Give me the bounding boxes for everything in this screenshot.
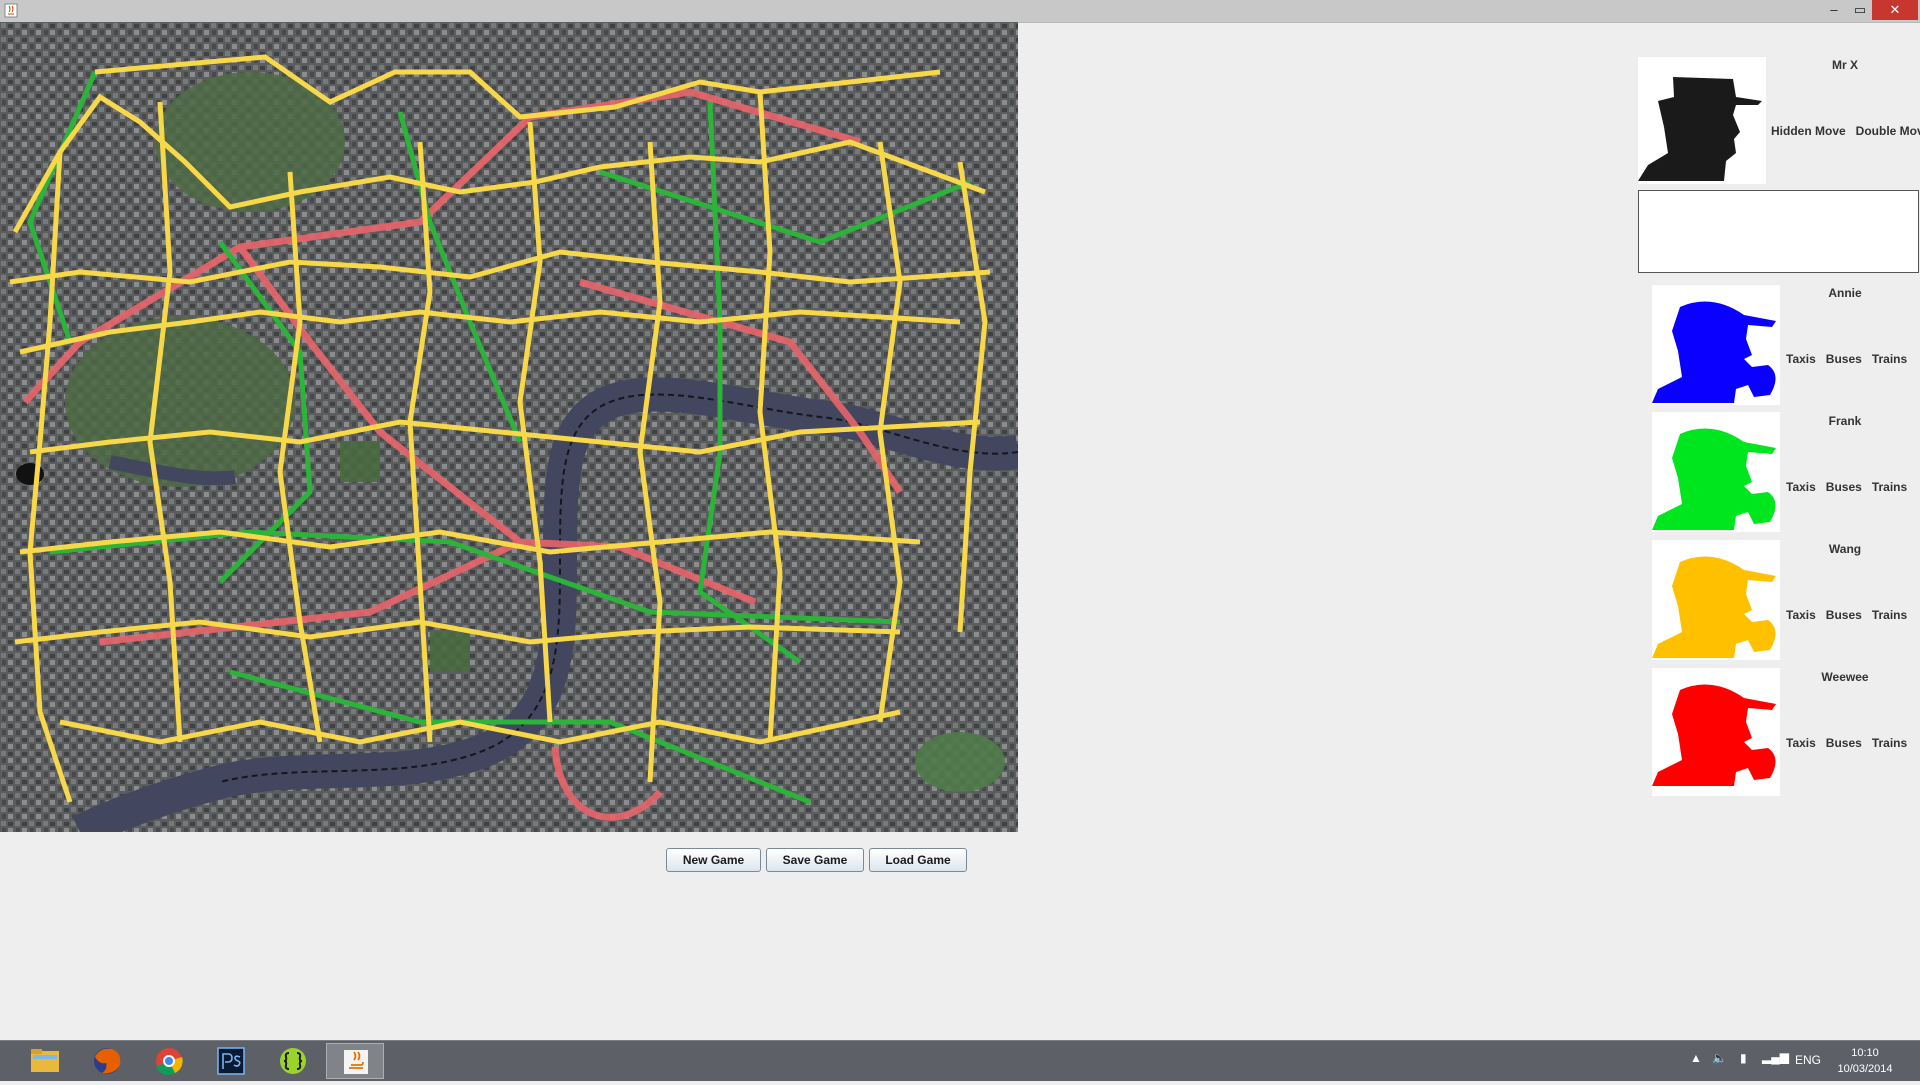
bus-ticket[interactable]: Buses xyxy=(1826,352,1862,366)
network-signal-icon[interactable]: ▂▄▆ xyxy=(1762,1050,1789,1064)
detective-silhouette-icon xyxy=(1652,684,1776,786)
game-board-map[interactable] xyxy=(0,22,1018,832)
train-ticket[interactable]: Trains xyxy=(1872,736,1907,750)
photoshop-icon xyxy=(217,1047,245,1075)
train-ticket[interactable]: Trains xyxy=(1872,480,1907,494)
java-app-taskbar-button[interactable] xyxy=(326,1043,384,1079)
file-explorer-taskbar-button[interactable] xyxy=(16,1043,74,1079)
mrx-move-log xyxy=(1638,190,1919,273)
chrome-icon xyxy=(156,1048,183,1076)
system-clock[interactable]: 10:10 10/03/2014 xyxy=(1820,1045,1910,1077)
firefox-icon xyxy=(94,1048,121,1074)
detective-name-annie: Annie xyxy=(1828,286,1862,300)
detective-portrait-weewee xyxy=(1652,668,1780,796)
java-icon xyxy=(344,1050,368,1074)
brackets-icon xyxy=(280,1048,306,1074)
firefox-taskbar-button[interactable] xyxy=(78,1043,136,1079)
taxi-ticket[interactable]: Taxis xyxy=(1786,352,1816,366)
mrx-tickets: Hidden Move Double Move xyxy=(1771,124,1920,138)
java-icon xyxy=(4,3,18,18)
chrome-taskbar-button[interactable] xyxy=(140,1043,198,1079)
taxi-ticket[interactable]: Taxis xyxy=(1786,480,1816,494)
clock-date: 10/03/2014 xyxy=(1837,1063,1893,1075)
mrx-name: Mr X xyxy=(1831,58,1858,72)
detective-tickets-annie: Taxis Buses Trains xyxy=(1786,352,1907,366)
clock-time: 10:10 xyxy=(1851,1047,1879,1059)
battery-icon[interactable]: ▮ xyxy=(1740,1051,1747,1065)
tray-expand-icon[interactable]: ▲ xyxy=(1690,1051,1702,1065)
train-ticket[interactable]: Trains xyxy=(1872,608,1907,622)
detective-name-frank: Frank xyxy=(1828,414,1862,428)
taxi-ticket[interactable]: Taxis xyxy=(1786,736,1816,750)
language-indicator[interactable]: ENG xyxy=(1795,1053,1821,1067)
windows-taskbar: ▲ 🔈 ▮ ▂▄▆ ENG 10:10 10/03/2014 xyxy=(0,1040,1920,1081)
detective-portrait-frank xyxy=(1652,412,1780,532)
minimize-button[interactable]: – xyxy=(1820,0,1848,20)
bus-ticket[interactable]: Buses xyxy=(1826,736,1862,750)
double-move-ticket[interactable]: Double Move xyxy=(1856,124,1920,138)
detective-tickets-frank: Taxis Buses Trains xyxy=(1786,480,1907,494)
bus-ticket[interactable]: Buses xyxy=(1826,608,1862,622)
taxi-ticket[interactable]: Taxis xyxy=(1786,608,1816,622)
map-graphic xyxy=(0,22,1018,832)
detective-silhouette-icon xyxy=(1652,556,1776,658)
maximize-button[interactable]: ▭ xyxy=(1846,0,1874,20)
detective-silhouette-icon xyxy=(1652,428,1776,530)
detective-name-wang: Wang xyxy=(1828,542,1862,556)
new-game-button[interactable]: New Game xyxy=(666,848,761,872)
save-game-button[interactable]: Save Game xyxy=(766,848,864,872)
hidden-move-ticket[interactable]: Hidden Move xyxy=(1771,124,1846,138)
window-title-bar: – ▭ ✕ xyxy=(0,0,1920,23)
mrx-portrait xyxy=(1638,57,1766,184)
train-ticket[interactable]: Trains xyxy=(1872,352,1907,366)
mrx-silhouette-icon xyxy=(1638,77,1762,181)
close-button[interactable]: ✕ xyxy=(1872,0,1918,20)
load-game-button[interactable]: Load Game xyxy=(869,848,967,872)
detective-portrait-annie xyxy=(1652,285,1780,405)
detective-name-weewee: Weewee xyxy=(1821,670,1869,684)
detective-silhouette-icon xyxy=(1652,301,1776,403)
bus-ticket[interactable]: Buses xyxy=(1826,480,1862,494)
detective-tickets-weewee: Taxis Buses Trains xyxy=(1786,736,1907,750)
photoshop-taskbar-button[interactable] xyxy=(202,1043,260,1079)
brackets-taskbar-button[interactable] xyxy=(264,1043,322,1079)
folder-icon xyxy=(31,1049,59,1072)
detective-tickets-wang: Taxis Buses Trains xyxy=(1786,608,1907,622)
detective-portrait-wang xyxy=(1652,540,1780,660)
volume-icon[interactable]: 🔈 xyxy=(1712,1051,1727,1065)
